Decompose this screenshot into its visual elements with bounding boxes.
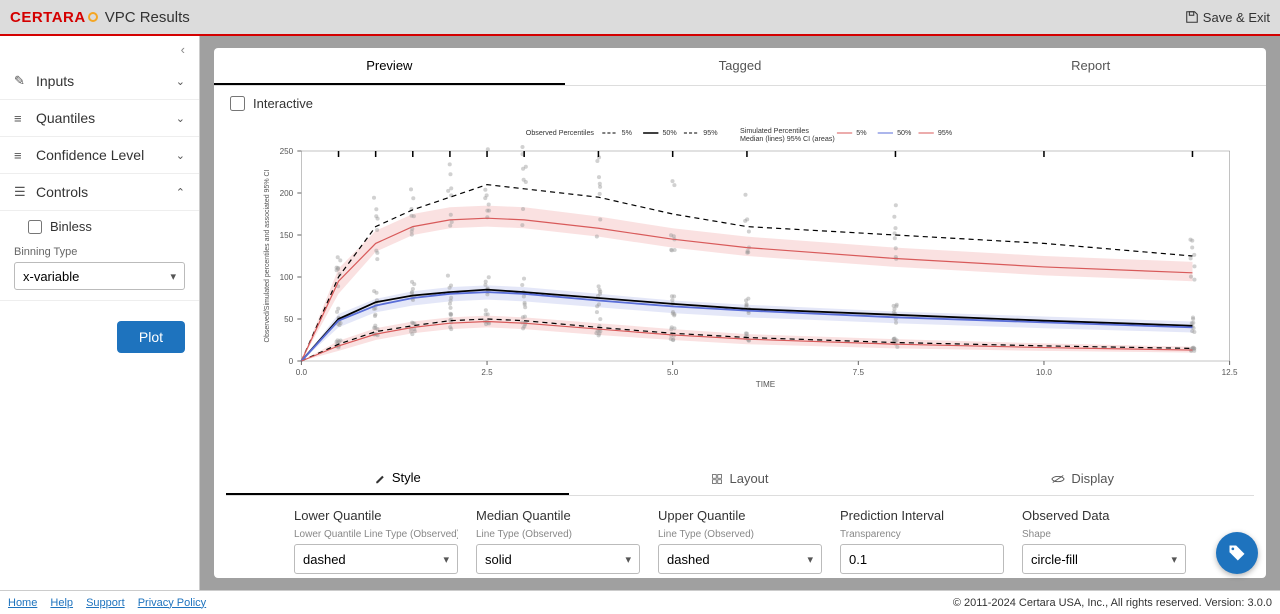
- caret-down-icon: ▾: [170, 270, 176, 283]
- svg-text:TIME: TIME: [756, 380, 776, 389]
- svg-text:2.5: 2.5: [481, 368, 493, 377]
- svg-text:50%: 50%: [897, 130, 912, 137]
- svg-text:100: 100: [280, 273, 294, 282]
- interactive-toggle-row: Interactive: [214, 86, 1266, 121]
- grid-icon: [711, 473, 723, 485]
- svg-text:0: 0: [289, 357, 294, 366]
- sidebar-collapse-icon[interactable]: ‹: [0, 36, 199, 63]
- legend-observed-label: Observed Percentiles: [526, 130, 595, 137]
- interactive-label: Interactive: [253, 96, 313, 111]
- ctrl-lower-quantile: Lower Quantile Lower Quantile Line Type …: [294, 508, 458, 574]
- svg-text:Median (lines) 95% CI (areas): Median (lines) 95% CI (areas): [740, 136, 835, 143]
- svg-text:10.0: 10.0: [1036, 368, 1052, 377]
- chevron-down-icon: ⌄: [176, 112, 185, 125]
- svg-text:Simulated Percentiles: Simulated Percentiles: [740, 128, 809, 135]
- tag-icon: [1227, 543, 1247, 563]
- vpc-chart: Observed Percentiles 5% 50% 95% Simulate…: [214, 121, 1266, 462]
- eye-icon: [1051, 473, 1065, 485]
- main-panel: Preview Tagged Report Interactive Observ…: [214, 48, 1266, 578]
- tab-display[interactable]: Display: [911, 462, 1254, 495]
- interactive-checkbox[interactable]: [230, 96, 245, 111]
- tab-report[interactable]: Report: [915, 48, 1266, 85]
- tag-fab-button[interactable]: [1216, 532, 1258, 574]
- svg-text:150: 150: [280, 231, 294, 240]
- sidebar-item-quantiles[interactable]: ≡ Quantiles ⌄: [0, 100, 199, 137]
- sidebar: ‹ ✎ Inputs ⌄ ≡ Quantiles ⌄ ≡ Confidence …: [0, 36, 200, 590]
- sidebar-item-label: Controls: [28, 184, 176, 200]
- tab-style[interactable]: Style: [226, 462, 569, 495]
- svg-text:95%: 95%: [938, 130, 953, 137]
- plot-button[interactable]: Plot: [117, 321, 185, 353]
- brand: CERTARA VPC Results: [10, 9, 190, 26]
- svg-text:95%: 95%: [703, 130, 718, 137]
- chevron-down-icon: ⌄: [176, 75, 185, 88]
- sidebar-item-label: Confidence Level: [28, 147, 176, 163]
- tab-layout[interactable]: Layout: [569, 462, 912, 495]
- sliders-icon: ☰: [14, 184, 28, 200]
- binning-type-value: x-variable: [23, 269, 79, 284]
- ctrl-observed-data: Observed Data Shape circle-fill▾: [1022, 508, 1186, 574]
- ctrl-prediction-interval: Prediction Interval Transparency 0.1: [840, 508, 1004, 574]
- binless-label: Binless: [50, 219, 92, 234]
- chevron-up-icon: ⌃: [176, 186, 185, 199]
- footer-link-privacy[interactable]: Privacy Policy: [138, 597, 206, 609]
- upper-quantile-select[interactable]: dashed▾: [658, 544, 822, 574]
- style-tabs: Style Layout Display: [226, 462, 1254, 496]
- median-quantile-select[interactable]: solid▾: [476, 544, 640, 574]
- save-exit-button[interactable]: Save & Exit: [1185, 10, 1270, 25]
- binning-type-label: Binning Type: [0, 242, 199, 260]
- page-title: VPC Results: [105, 9, 190, 26]
- footer-link-help[interactable]: Help: [50, 597, 73, 609]
- chevron-down-icon: ⌄: [176, 149, 185, 162]
- svg-text:50: 50: [284, 315, 294, 324]
- svg-text:5%: 5%: [856, 130, 867, 137]
- pencil-icon: ✎: [14, 73, 28, 89]
- save-icon: [1185, 10, 1199, 24]
- svg-text:50%: 50%: [662, 130, 677, 137]
- sidebar-item-confidence-level[interactable]: ≡ Confidence Level ⌄: [0, 137, 199, 174]
- svg-text:5.0: 5.0: [667, 368, 679, 377]
- observed-data-shape-select[interactable]: circle-fill▾: [1022, 544, 1186, 574]
- tab-preview[interactable]: Preview: [214, 48, 565, 85]
- paint-icon: [374, 472, 386, 484]
- style-controls-row: Lower Quantile Lower Quantile Line Type …: [214, 496, 1266, 578]
- svg-text:0.0: 0.0: [296, 368, 308, 377]
- ctrl-upper-quantile: Upper Quantile Line Type (Observed) dash…: [658, 508, 822, 574]
- lower-quantile-select[interactable]: dashed▾: [294, 544, 458, 574]
- binning-type-select[interactable]: x-variable ▾: [14, 262, 185, 290]
- footer-links: Home Help Support Privacy Policy: [8, 597, 216, 609]
- topbar: CERTARA VPC Results Save & Exit: [0, 0, 1280, 36]
- svg-text:5%: 5%: [622, 130, 633, 137]
- footer: Home Help Support Privacy Policy © 2011-…: [0, 590, 1280, 614]
- svg-text:250: 250: [280, 147, 294, 156]
- caret-down-icon: ▾: [1171, 553, 1177, 566]
- main-tabs: Preview Tagged Report: [214, 48, 1266, 86]
- caret-down-icon: ▾: [625, 553, 631, 566]
- binless-checkbox-row[interactable]: Binless: [0, 211, 199, 242]
- sidebar-item-label: Quantiles: [28, 110, 176, 126]
- svg-text:200: 200: [280, 189, 294, 198]
- svg-text:7.5: 7.5: [853, 368, 865, 377]
- tab-tagged[interactable]: Tagged: [565, 48, 916, 85]
- caret-down-icon: ▾: [443, 553, 449, 566]
- footer-copyright: © 2011-2024 Certara USA, Inc., All right…: [953, 597, 1272, 609]
- caret-down-icon: ▾: [807, 553, 813, 566]
- ctrl-median-quantile: Median Quantile Line Type (Observed) sol…: [476, 508, 640, 574]
- footer-link-support[interactable]: Support: [86, 597, 125, 609]
- sidebar-item-inputs[interactable]: ✎ Inputs ⌄: [0, 63, 199, 100]
- list-icon: ≡: [14, 111, 28, 126]
- svg-text:Observed/Simulated percentiles: Observed/Simulated percentiles and assoc…: [264, 169, 271, 342]
- list-icon: ≡: [14, 148, 28, 163]
- prediction-interval-input[interactable]: 0.1: [840, 544, 1004, 574]
- svg-text:12.5: 12.5: [1222, 368, 1238, 377]
- footer-link-home[interactable]: Home: [8, 597, 37, 609]
- sidebar-item-controls[interactable]: ☰ Controls ⌃: [0, 174, 199, 211]
- sidebar-item-label: Inputs: [28, 73, 176, 89]
- binless-checkbox[interactable]: [28, 220, 42, 234]
- brand-logo: CERTARA: [10, 9, 99, 26]
